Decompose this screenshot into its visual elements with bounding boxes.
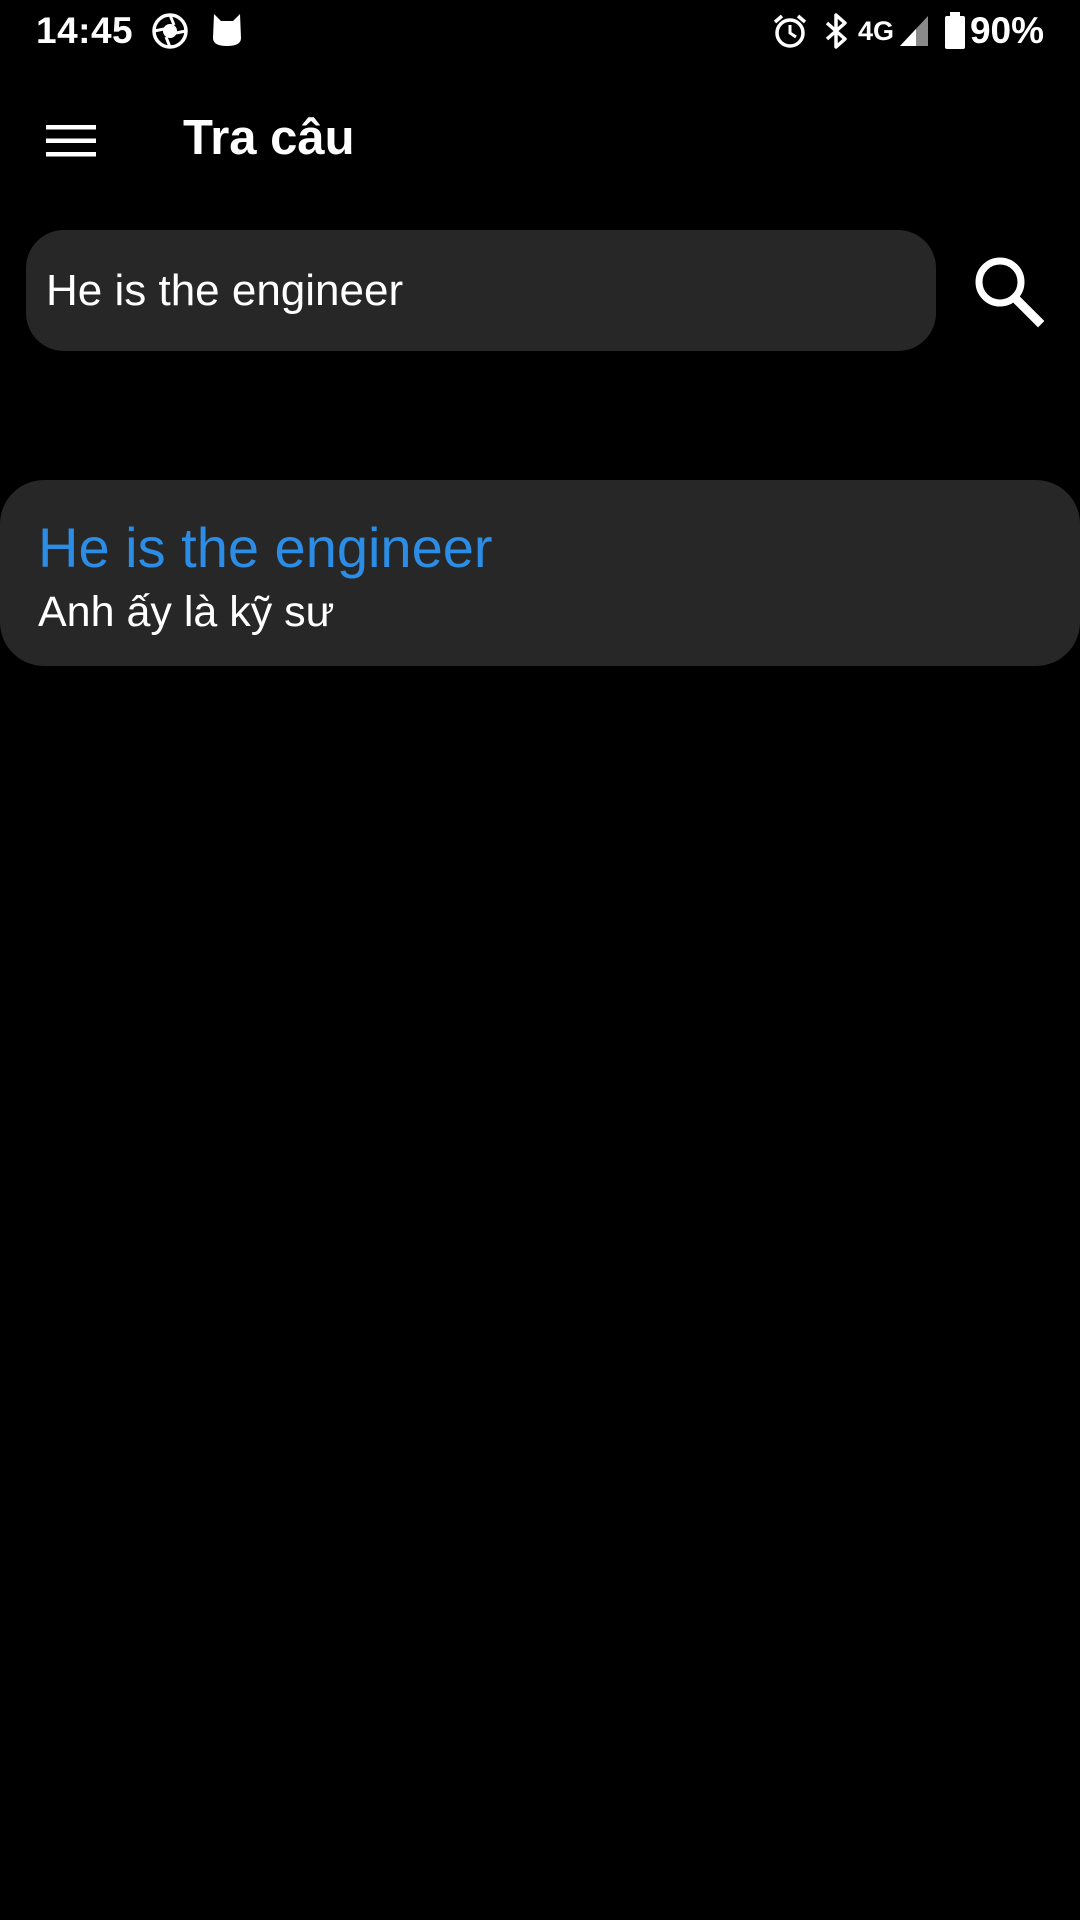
cat-icon xyxy=(210,12,244,48)
status-bar: 14:45 4G 90% xyxy=(0,0,1080,64)
result-translation: Anh ấy là kỹ sư xyxy=(38,588,335,636)
alarm-icon xyxy=(772,13,808,49)
menu-button[interactable] xyxy=(28,102,114,188)
page-title: Tra câu xyxy=(183,111,355,165)
search-box xyxy=(26,230,936,351)
search-button[interactable] xyxy=(962,248,1052,338)
bluetooth-icon xyxy=(824,13,850,49)
status-time: 14:45 xyxy=(36,10,134,51)
battery-icon xyxy=(944,12,966,50)
app-bar: Tra câu xyxy=(0,64,1080,204)
signal-icon xyxy=(898,14,930,48)
aperture-icon xyxy=(152,13,188,49)
result-item[interactable]: He is the engineer Anh ấy là kỹ sư xyxy=(0,480,1080,666)
result-source-sentence: He is the engineer xyxy=(38,516,493,579)
network-type: 4G xyxy=(858,16,895,46)
battery-percentage: 90% xyxy=(969,10,1044,51)
search-input[interactable] xyxy=(46,230,916,351)
